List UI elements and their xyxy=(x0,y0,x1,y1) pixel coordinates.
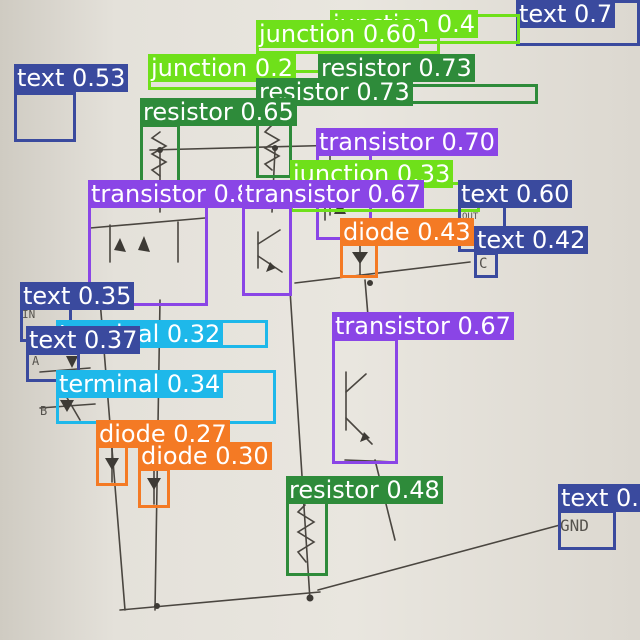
diode-detection-label: diode 0.43 xyxy=(340,218,474,246)
diode-detection-label: diode 0.30 xyxy=(138,442,272,470)
wire xyxy=(119,591,321,611)
text-detection-label: text 0.53 xyxy=(14,64,129,92)
diode-detection-box xyxy=(96,444,128,486)
diode-detection-box xyxy=(138,468,170,508)
wire xyxy=(317,524,561,591)
resistor-detection-label: resistor 0.48 xyxy=(286,476,443,504)
junction-dot xyxy=(367,280,373,286)
text-detection-label: text 0.60 xyxy=(458,180,573,208)
terminal-detection-label: terminal 0.34 xyxy=(56,370,224,398)
junction-detection-label: junction 0.60 xyxy=(256,20,420,48)
resistor-detection-label: resistor 0.65 xyxy=(140,98,297,126)
transistor-detection-box xyxy=(242,206,292,296)
text-detection-box xyxy=(474,252,498,278)
text-detection-label: text 0.35 xyxy=(20,282,135,310)
diode-detection-box xyxy=(340,242,378,278)
resistor-detection-box xyxy=(256,118,292,178)
junction-dot xyxy=(306,594,314,602)
wire xyxy=(294,261,471,284)
text-detection-box xyxy=(14,92,76,142)
transistor-detection-label: transistor 0.67 xyxy=(332,312,514,340)
resistor-detection-box xyxy=(286,500,328,576)
transistor-detection-label: transistor 0.70 xyxy=(316,128,498,156)
text-detection-label: text 0.42 xyxy=(474,226,589,254)
b-handwriting: B xyxy=(40,404,48,418)
junction-dot xyxy=(154,603,160,609)
transistor-detection-box xyxy=(332,338,398,464)
text-detection-label: text 0.7 xyxy=(516,0,616,28)
transistor-detection-label: transistor 0.67 xyxy=(242,180,424,208)
text-detection-label: text 0.56 xyxy=(558,484,640,512)
text-detection-box xyxy=(558,510,616,550)
text-detection-label: text 0.37 xyxy=(26,326,141,354)
